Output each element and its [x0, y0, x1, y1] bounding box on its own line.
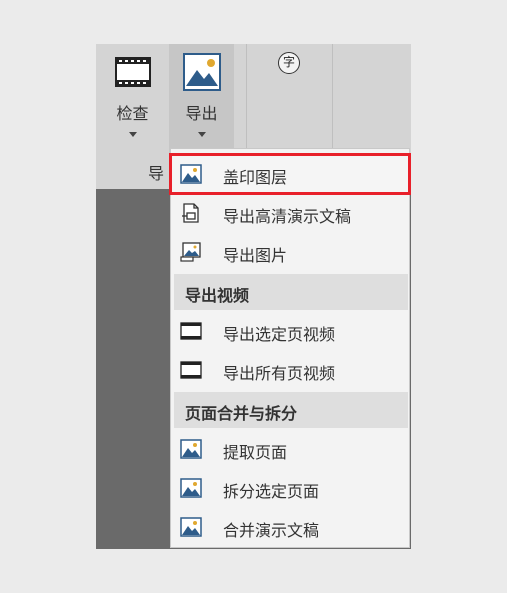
check-button[interactable]: 检查 — [96, 44, 169, 154]
character-icon[interactable]: 字 — [278, 52, 300, 74]
export-button[interactable]: 导出 — [169, 44, 234, 154]
export-label: 导出 — [185, 104, 218, 123]
menu-item-split-selected-pages[interactable]: 拆分选定页面 — [171, 469, 409, 507]
image-icon — [182, 53, 221, 91]
film-icon — [114, 57, 151, 87]
chevron-down-icon — [197, 132, 206, 137]
menu-item-label: 提取页面 — [223, 443, 288, 462]
document-export-icon — [182, 203, 199, 223]
check-label: 检查 — [116, 104, 149, 123]
menu-item-label: 导出选定页视频 — [223, 325, 336, 344]
section-header-export-video: 导出视频 — [174, 274, 408, 310]
menu-item-export-picture[interactable]: 导出图片 — [171, 233, 409, 271]
menu-item-stamp-layer[interactable]: 盖印图层 — [169, 153, 411, 195]
image-icon — [180, 478, 202, 498]
image-icon — [180, 517, 202, 537]
menu-item-export-hd-presentation[interactable]: 导出高清演示文稿 — [171, 194, 409, 232]
export-dropdown-menu: 盖印图层 导出高清演示文稿 导出图片 导出视频 导出选定页视频 导出所有页视频 … — [169, 148, 411, 548]
menu-item-label: 导出所有页视频 — [223, 364, 336, 383]
chevron-down-icon — [128, 132, 137, 137]
menu-item-merge-presentation[interactable]: 合并演示文稿 — [171, 508, 409, 546]
menu-item-extract-pages[interactable]: 提取页面 — [171, 430, 409, 468]
image-icon — [180, 164, 202, 184]
menu-item-export-selected-video[interactable]: 导出选定页视频 — [171, 312, 409, 350]
section-label: 导出视频 — [185, 286, 250, 305]
group-label: 导 — [148, 164, 165, 183]
image-icon — [180, 439, 202, 459]
ribbon-separator — [246, 44, 247, 154]
picture-export-icon — [180, 242, 201, 262]
menu-item-export-all-video[interactable]: 导出所有页视频 — [171, 351, 409, 389]
film-icon — [180, 322, 202, 340]
menu-item-label: 拆分选定页面 — [223, 482, 320, 501]
menu-item-label: 导出图片 — [223, 246, 288, 265]
menu-item-label: 导出高清演示文稿 — [223, 207, 352, 226]
menu-item-label: 合并演示文稿 — [223, 521, 320, 540]
section-header-merge-split: 页面合并与拆分 — [174, 392, 408, 428]
menu-item-label: 盖印图层 — [223, 168, 288, 187]
ribbon-separator — [332, 44, 333, 154]
section-label: 页面合并与拆分 — [185, 404, 298, 423]
film-icon — [180, 361, 202, 379]
